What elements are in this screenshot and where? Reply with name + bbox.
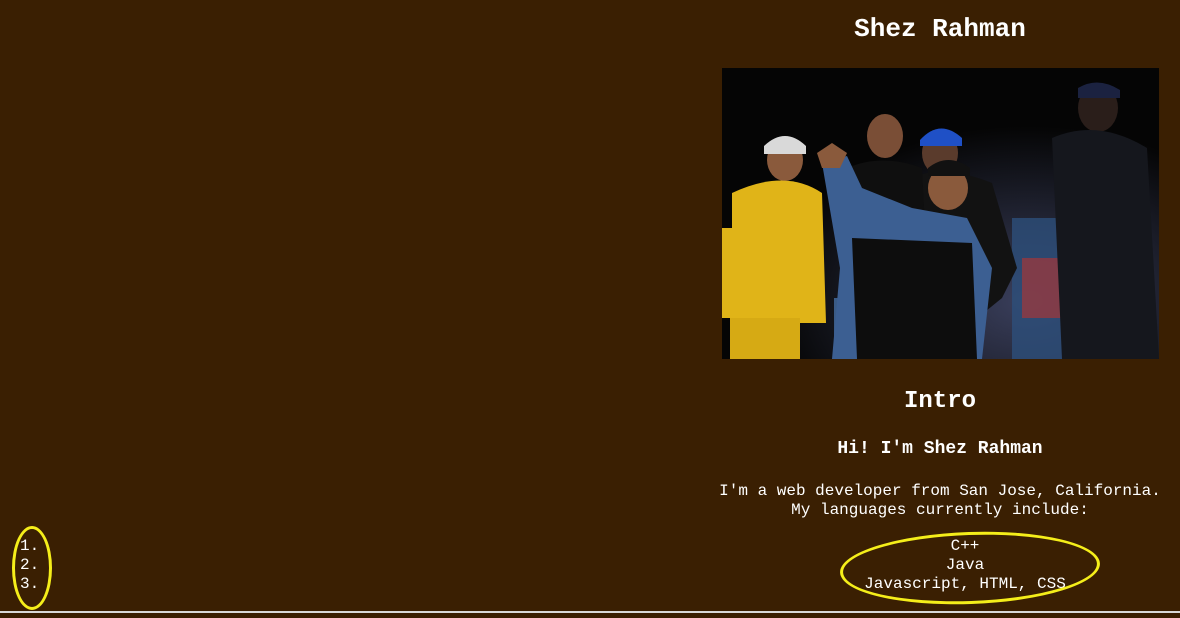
intro-heading: Intro xyxy=(903,388,976,415)
language-item: Javascript, HTML, CSS xyxy=(864,575,1066,593)
greeting-heading: Hi! I'm Shez Rahman xyxy=(837,439,1043,459)
horizontal-rule xyxy=(0,611,1180,613)
language-item: C++ xyxy=(950,537,980,555)
languages-list: C++ Java Javascript, HTML, CSS xyxy=(700,537,1180,594)
language-item: Java xyxy=(945,556,985,574)
bio-line-2: My languages currently include: xyxy=(791,501,1089,519)
bio-paragraph: I'm a web developer from San Jose, Calif… xyxy=(700,482,1180,520)
photo-image xyxy=(722,68,1159,359)
numbered-list-item: 1. xyxy=(20,537,40,555)
bio-line-1: I'm a web developer from San Jose, Calif… xyxy=(719,482,1161,500)
empty-numbered-list: 1. 2. 3. xyxy=(20,537,39,594)
page-title: Shez Rahman xyxy=(854,14,1026,44)
numbered-list-item: 3. xyxy=(20,575,40,593)
numbered-list-item: 2. xyxy=(20,556,40,574)
profile-photo xyxy=(722,68,1159,359)
